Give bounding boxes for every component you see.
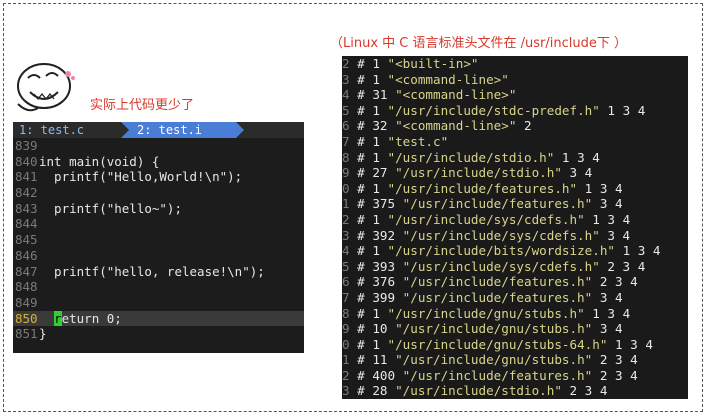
line-number: 840 bbox=[15, 153, 38, 169]
code-text: printf("hello~"); bbox=[39, 200, 182, 216]
code-line: 841 printf("Hello,World!\n"); bbox=[13, 169, 304, 185]
code-line: 843 printf("hello~"); bbox=[13, 201, 304, 217]
meme-caption: 实际上代码更少了 bbox=[90, 98, 195, 113]
line-number: 851 bbox=[15, 326, 38, 342]
terminal-line: 8 # 1 "/usr/include/gnu/stubs.h" 1 3 4 bbox=[342, 305, 631, 321]
code-line: 840int main(void) { bbox=[13, 154, 304, 170]
line-number: 843 bbox=[15, 200, 38, 216]
code-text: return 0; bbox=[54, 310, 122, 326]
vim-editor-window: 1: test.c 2: test.i 839 840int main(void… bbox=[13, 122, 304, 353]
terminal-line: 1 # 375 "/usr/include/features.h" 3 4 bbox=[342, 196, 623, 212]
line-number: 845 bbox=[15, 232, 38, 248]
terminal-line: 9 # 27 "/usr/include/stdio.h" 3 4 bbox=[342, 165, 593, 181]
tab-bar: 1: test.c 2: test.i bbox=[13, 122, 304, 138]
code-area[interactable]: 839 840int main(void) { 841 printf("Hell… bbox=[13, 138, 304, 342]
line-number: 842 bbox=[15, 185, 38, 201]
terminal-line: 6 # 376 "/usr/include/features.h" 2 3 4 bbox=[342, 274, 638, 290]
text-cursor: r bbox=[54, 310, 62, 326]
terminal-line: 3 # 28 "/usr/include/stdio.h" 2 3 4 bbox=[342, 383, 608, 399]
code-text: } bbox=[39, 326, 47, 342]
line-number: 839 bbox=[15, 138, 38, 153]
code-text: printf("hello, release!\n"); bbox=[39, 263, 265, 279]
line-number: 849 bbox=[15, 294, 38, 310]
line-number: 844 bbox=[15, 216, 38, 232]
code-line: 844 bbox=[13, 216, 304, 232]
terminal-line: 2 # 400 "/usr/include/features.h" 2 3 4 bbox=[342, 367, 638, 383]
terminal-line: 2 # 1 "/usr/include/sys/cdefs.h" 1 3 4 bbox=[342, 211, 631, 227]
code-text: printf("Hello,World!\n"); bbox=[39, 169, 243, 185]
code-line: 849 bbox=[13, 295, 304, 311]
code-text: int main(void) { bbox=[39, 153, 160, 169]
terminal-line: 5 # 1 "/usr/include/stdc-predef.h" 1 3 4 bbox=[342, 102, 646, 118]
terminal-line: 4 # 31 "<command-line>" bbox=[342, 87, 517, 103]
line-number: 846 bbox=[15, 247, 38, 263]
terminal-line: 0 # 1 "/usr/include/features.h" 1 3 4 bbox=[342, 180, 623, 196]
code-line: 846 bbox=[13, 248, 304, 264]
terminal-line: 4 # 1 "/usr/include/bits/wordsize.h" 1 3… bbox=[342, 243, 661, 259]
terminal-line: 7 # 399 "/usr/include/features.h" 3 4 bbox=[342, 289, 623, 305]
line-number: 847 bbox=[15, 263, 38, 279]
terminal-line: 0 # 1 "/usr/include/gnu/stubs-64.h" 1 3 … bbox=[342, 336, 653, 352]
meme-face-image bbox=[14, 56, 84, 116]
code-line: 847 printf("hello, release!\n"); bbox=[13, 264, 304, 280]
code-line-current: 850 return 0; bbox=[13, 310, 304, 327]
terminal-line: 9 # 10 "/usr/include/gnu/stubs.h" 3 4 bbox=[342, 321, 623, 337]
terminal-line: 1 # 11 "/usr/include/gnu/stubs.h" 2 3 4 bbox=[342, 352, 638, 368]
tab-test-i[interactable]: 2: test.i bbox=[121, 122, 244, 138]
terminal-line: 7 # 1 "test.c" bbox=[342, 133, 449, 149]
terminal-line: 6 # 32 "<command-line>" 2 bbox=[342, 118, 532, 134]
terminal-line: 3 # 392 "/usr/include/sys/cdefs.h" 3 4 bbox=[342, 227, 631, 243]
tab-test-c[interactable]: 1: test.c bbox=[13, 122, 90, 138]
line-number: 841 bbox=[15, 169, 38, 185]
line-number: 850 bbox=[15, 310, 38, 326]
right-panel-title: （Linux 中 C 语言标准头文件在 /usr/include下 ） bbox=[330, 36, 627, 51]
line-number: 848 bbox=[15, 279, 38, 295]
terminal-window[interactable]: 2 # 1 "<built-in>" 3 # 1 "<command-line>… bbox=[342, 56, 688, 399]
code-line: 845 bbox=[13, 232, 304, 248]
code-line: 851} bbox=[13, 326, 304, 342]
code-line: 839 bbox=[13, 138, 304, 154]
code-line: 848 bbox=[13, 279, 304, 295]
terminal-line: 2 # 1 "<built-in>" bbox=[342, 56, 479, 71]
terminal-line: 5 # 393 "/usr/include/sys/cdefs.h" 2 3 4 bbox=[342, 258, 646, 274]
code-line: 842 bbox=[13, 185, 304, 201]
terminal-line: 8 # 1 "/usr/include/stdio.h" 1 3 4 bbox=[342, 149, 600, 165]
terminal-line: 3 # 1 "<command-line>" bbox=[342, 71, 509, 87]
